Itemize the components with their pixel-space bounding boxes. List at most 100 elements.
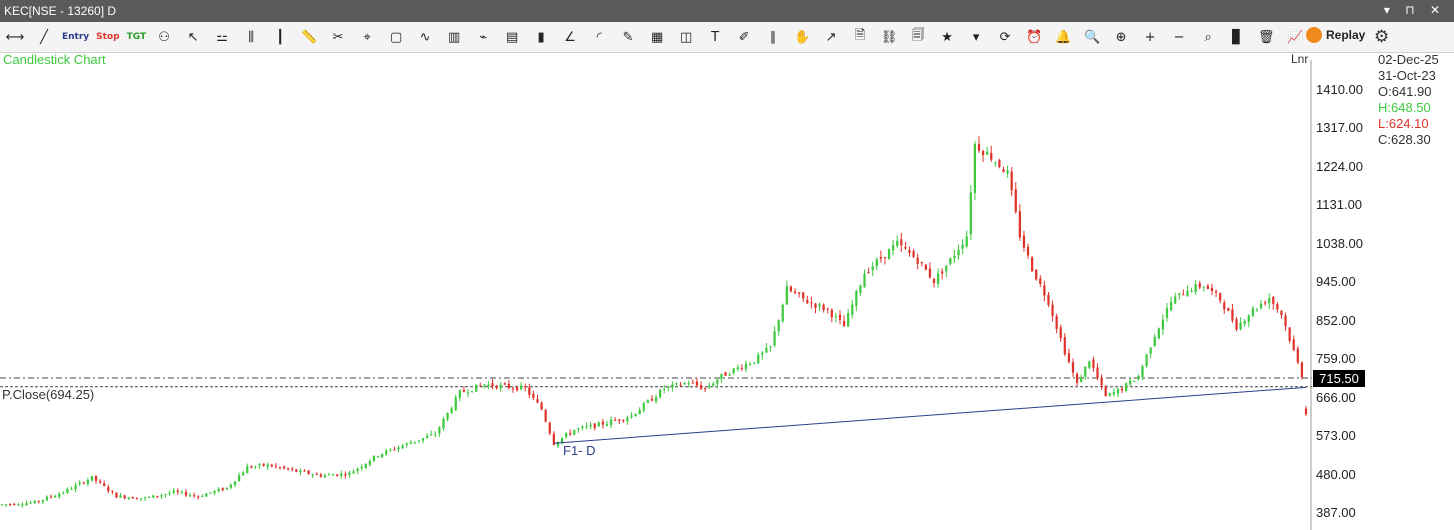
target-icon[interactable]: TGT [127, 26, 147, 48]
drop-icon[interactable]: ▾ [965, 26, 987, 48]
alarm-icon[interactable]: ⏰ [1023, 26, 1045, 48]
candle-body [1288, 327, 1291, 341]
cube-icon[interactable]: ◫ [675, 26, 697, 48]
candle-body [736, 367, 739, 370]
trendline-icon[interactable]: ╱ [33, 26, 55, 48]
candle-body [1296, 348, 1299, 363]
parallel-icon[interactable]: ∥ [762, 26, 784, 48]
ruler-icon[interactable]: 📏 [298, 26, 320, 48]
line-icon[interactable]: ⟷ [4, 26, 26, 48]
zoom-out-icon[interactable]: − [1168, 26, 1190, 48]
candle-body [626, 417, 629, 422]
star-icon[interactable]: ★ [936, 26, 958, 48]
date-start: 31-Oct-23 [1378, 68, 1436, 83]
candle-body [197, 496, 200, 498]
candle-body [834, 316, 838, 318]
zoom-icon[interactable]: 🔍 [1081, 26, 1103, 48]
histogram-icon[interactable]: ▥ [443, 26, 465, 48]
candle-body [205, 493, 208, 497]
gear-icon[interactable]: ⚙ [1374, 27, 1389, 47]
pointer-icon[interactable]: ↖ [182, 26, 204, 48]
candle-body [1239, 322, 1242, 329]
stop-icon[interactable]: Stop [96, 26, 119, 48]
trendline[interactable] [553, 386, 1307, 444]
candle-body [360, 466, 363, 469]
text-icon[interactable]: T [704, 26, 726, 48]
candle-body [908, 250, 911, 253]
pencil-icon[interactable]: ✎ [617, 26, 639, 48]
candle-body [1264, 302, 1267, 304]
crosshair-icon[interactable]: ⌖ [356, 26, 378, 48]
rectangle-icon[interactable]: ▢ [385, 26, 407, 48]
brush-icon[interactable]: ✐ [733, 26, 755, 48]
zoom-reset-icon[interactable]: ⌕ [1197, 26, 1219, 48]
candle-body [1235, 319, 1238, 330]
y-tick-label: 573.00 [1316, 428, 1356, 443]
candle-body [41, 499, 44, 502]
candle-body [405, 443, 408, 445]
delete-icon[interactable]: 🗑 [1255, 26, 1277, 48]
zoom-fit-icon[interactable]: ⊕ [1110, 26, 1132, 48]
candle-body [1161, 319, 1165, 330]
window-controls[interactable]: ▾ ⊓ ✕ [1384, 3, 1446, 17]
candle-body [1231, 309, 1234, 321]
candle-body [1178, 293, 1181, 295]
candle-body [393, 449, 396, 451]
doc-icon[interactable]: 🗎 [849, 26, 871, 48]
candle-body [569, 432, 572, 435]
candle-body [900, 239, 903, 246]
candle-body [597, 422, 600, 427]
indicator-icon[interactable]: ⚇ [153, 26, 175, 48]
export-icon[interactable]: ↗ [820, 26, 842, 48]
candle-body [1268, 298, 1271, 304]
zoom-in-icon[interactable]: + [1139, 26, 1161, 48]
candle-body [732, 368, 735, 374]
bell-icon[interactable]: 🔔 [1052, 26, 1074, 48]
fan-icon[interactable]: ∠ [559, 26, 581, 48]
candle-body [172, 490, 175, 494]
candle-body [487, 384, 490, 387]
bars-icon[interactable]: ⫼ [240, 26, 262, 48]
bars2-icon[interactable]: ▦ [646, 26, 668, 48]
candle-body [724, 372, 727, 376]
candle-body [797, 292, 801, 294]
candle-body [94, 475, 98, 481]
scissor-icon[interactable]: ✂ [327, 26, 349, 48]
bar-chart-icon[interactable]: ▊ [1226, 26, 1248, 48]
candle-body [336, 474, 339, 476]
date-end: 02-Dec-25 [1378, 52, 1439, 67]
candle-body [920, 262, 923, 264]
ohlc-icon[interactable]: ┃ [269, 26, 291, 48]
candle-body [1202, 286, 1205, 288]
volume-icon[interactable]: ▤ [501, 26, 523, 48]
wave-icon[interactable]: ∿ [414, 26, 436, 48]
candle-body [389, 449, 392, 451]
candle-body [1223, 302, 1226, 310]
candles-icon[interactable]: ▮ [530, 26, 552, 48]
entry-icon[interactable]: Entry [62, 26, 89, 48]
candle-body [875, 259, 878, 267]
replay-button[interactable]: Replay [1306, 27, 1365, 43]
candlestick-chart[interactable] [0, 60, 1312, 530]
candle-body [446, 412, 449, 420]
graph-icon[interactable]: 📈 [1284, 26, 1306, 48]
arc-icon[interactable]: ◜ [588, 26, 610, 48]
link-icon[interactable]: ⛓ [878, 26, 900, 48]
candle-icon[interactable]: ⚍ [211, 26, 233, 48]
candle-body [793, 291, 797, 294]
candle-body [315, 473, 318, 475]
page-icon[interactable]: 🗐 [907, 26, 929, 48]
candle-body [213, 490, 216, 494]
candle-body [981, 150, 985, 156]
hand-icon[interactable]: ✋ [791, 26, 813, 48]
candle-body [1210, 287, 1214, 292]
candle-body [1169, 301, 1173, 311]
candle-body [356, 468, 359, 472]
cycle-icon[interactable]: ⟳ [994, 26, 1016, 48]
candle-body [699, 385, 703, 389]
candle-body [1075, 373, 1079, 383]
candle-body [1251, 308, 1254, 316]
zigzag-icon[interactable]: ⌁ [472, 26, 494, 48]
candle-body [70, 488, 73, 490]
candle-body [634, 413, 637, 416]
